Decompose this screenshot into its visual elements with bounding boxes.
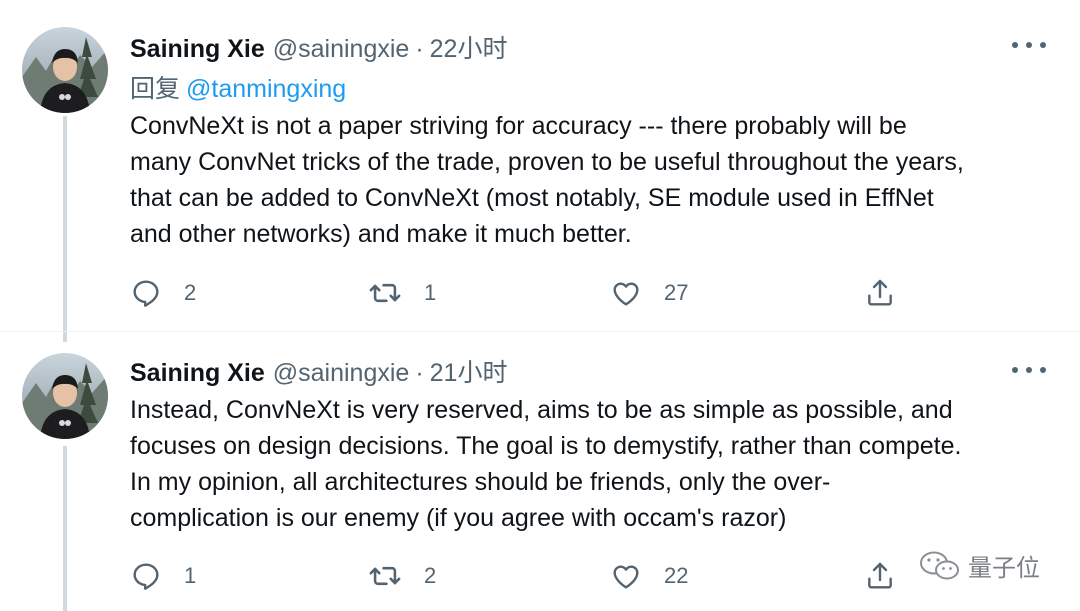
replying-to: 回复 @tanmingxing (130, 69, 346, 105)
watermark-text: 量子位 (968, 555, 1040, 582)
tweet-actions: 1 2 22 (130, 559, 930, 593)
share-button[interactable] (864, 276, 896, 310)
avatar-image (22, 27, 108, 113)
tweet-header: Saining Xie @sainingxie · 22小时 (130, 29, 507, 63)
mention-link[interactable]: @tanmingxing (186, 75, 346, 103)
share-icon (868, 562, 892, 589)
share-icon (868, 279, 892, 306)
retweet-count: 2 (424, 563, 437, 588)
avatar[interactable] (22, 27, 108, 113)
avatar-image (22, 353, 108, 439)
tweet-1[interactable]: Saining Xie @sainingxie · 22小时 回复 @tanmin… (0, 0, 1080, 342)
reply-icon (133, 280, 159, 307)
tweet-text: Instead, ConvNeXt is very reserved, aims… (130, 396, 962, 532)
separator-dot: · (415, 359, 424, 387)
like-button[interactable]: 22 (610, 559, 688, 593)
timestamp[interactable]: 21小时 (430, 353, 508, 389)
avatar[interactable] (22, 353, 108, 439)
retweet-button[interactable]: 1 (368, 276, 436, 310)
thread-line (63, 116, 67, 342)
like-button[interactable]: 27 (610, 276, 688, 310)
wechat-icon (920, 551, 959, 579)
thread-line (63, 446, 67, 611)
retweet-icon (369, 566, 401, 586)
retweet-icon (369, 283, 401, 303)
watermark: 量子位 (918, 548, 1040, 583)
share-button[interactable] (864, 559, 896, 593)
tweet-text: ConvNeXt is not a paper striving for acc… (130, 112, 964, 248)
heart-icon (613, 282, 639, 306)
like-count: 27 (664, 280, 689, 305)
heart-icon (613, 565, 639, 589)
retweet-button[interactable]: 2 (368, 559, 436, 593)
author-handle[interactable]: @sainingxie (273, 359, 410, 388)
reply-count: 1 (184, 563, 197, 588)
like-count: 22 (664, 563, 689, 588)
more-icon[interactable] (1012, 35, 1046, 55)
author-name[interactable]: Saining Xie (130, 35, 265, 64)
tweet-actions: 2 1 27 (130, 276, 930, 310)
reply-label: 回复 (130, 75, 181, 103)
reply-button[interactable]: 2 (130, 276, 196, 310)
reply-icon (133, 563, 159, 590)
timestamp[interactable]: 22小时 (430, 29, 508, 65)
retweet-count: 1 (424, 280, 437, 305)
tweet-header: Saining Xie @sainingxie · 21小时 (130, 353, 507, 387)
author-name[interactable]: Saining Xie (130, 359, 265, 388)
author-handle[interactable]: @sainingxie (273, 35, 410, 64)
reply-button[interactable]: 1 (130, 559, 196, 593)
reply-count: 2 (184, 280, 197, 305)
more-icon[interactable] (1012, 360, 1046, 380)
separator-dot: · (415, 35, 424, 63)
